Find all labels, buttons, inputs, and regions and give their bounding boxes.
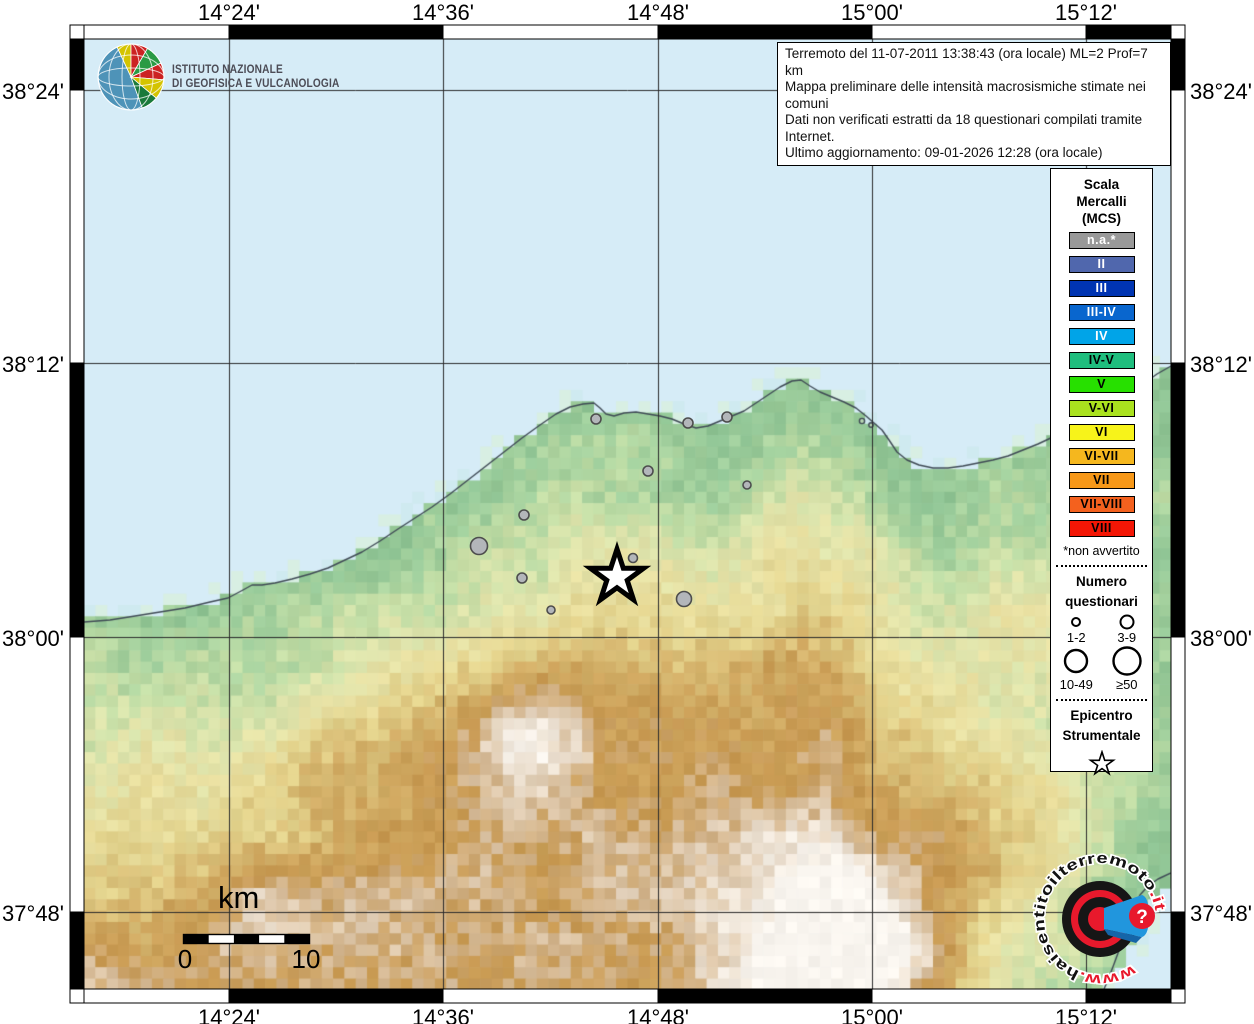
epicenter-title-line2: Strumentale [1051, 726, 1152, 746]
legend-divider-1 [1056, 565, 1147, 567]
axis-right-3: 37°48' [1190, 901, 1254, 927]
questionnaire-size-key: 1-2 3-9 10-49 ≥50 [1051, 614, 1152, 692]
scale-bar [184, 935, 310, 944]
ingv-logo-line2: DI GEOFISICA E VULCANOLOGIA [172, 77, 339, 91]
axis-bottom-4: 15°12' [1041, 1005, 1131, 1024]
legend-swatch-IVV: IV-V [1069, 352, 1135, 369]
legend-swatch-na: n.a.* [1069, 232, 1135, 249]
legend-divider-2 [1056, 699, 1147, 701]
watermark-www: www. [1076, 961, 1140, 988]
questionnaire-count-title: Numero questionari [1051, 572, 1152, 612]
questionnaire-size-label: 10-49 [1060, 677, 1093, 692]
legend-swatch-VIVII: VI-VII [1069, 448, 1135, 465]
questionnaire-size-≥50: ≥50 [1102, 645, 1153, 692]
legend-swatch-IV: IV [1069, 328, 1135, 345]
legend-swatch-VI: VI [1069, 424, 1135, 441]
axis-left-0: 38°24' [0, 79, 64, 105]
axis-right-0: 38°24' [1190, 79, 1254, 105]
axis-bottom-0: 14°24' [184, 1005, 274, 1024]
macroseismic-map-page: ?www.haisentitoilterremoto.it 14°24'14°3… [0, 0, 1254, 1024]
axis-bottom-2: 14°48' [613, 1005, 703, 1024]
axis-bottom-3: 15°00' [827, 1005, 917, 1024]
info-line-map-type: Mappa preliminare delle intensità macros… [785, 79, 1163, 112]
observation-point [629, 554, 638, 563]
axis-top-4: 15°12' [1041, 0, 1131, 26]
observation-point [677, 592, 692, 607]
questionnaire-size-3-9: 3-9 [1102, 614, 1153, 645]
axis-right-1: 38°12' [1190, 352, 1254, 378]
axis-top-2: 14°48' [613, 0, 703, 26]
scale-unit-label: km [218, 880, 259, 916]
question-mark: ? [1136, 907, 1148, 928]
epicenter-star-key-icon [1086, 750, 1118, 778]
observation-point [722, 412, 732, 422]
questionnaire-title-line2: questionari [1051, 592, 1152, 612]
questionnaire-circle-icon [1056, 645, 1096, 677]
legend-swatch-V: V [1069, 376, 1135, 393]
axis-left-1: 38°12' [0, 352, 64, 378]
info-line-updated: Ultimo aggiornamento: 09-01-2026 12:28 (… [785, 145, 1163, 162]
legend-title-line2: Mercalli [1051, 193, 1152, 210]
questionnaire-circle-icon [1107, 614, 1147, 630]
questionnaire-size-label: 1-2 [1067, 630, 1086, 645]
questionnaire-size-10-49: 10-49 [1051, 645, 1102, 692]
watermark-haisentitoilterremoto-logo: ?www.haisentitoilterremoto.it [1031, 850, 1169, 989]
questionnaire-size-1-2: 1-2 [1051, 614, 1102, 645]
legend-swatch-III: III [1069, 280, 1135, 297]
legend-swatch-II: II [1069, 256, 1135, 273]
axis-top-1: 14°36' [398, 0, 488, 26]
ingv-logo-line1: ISTITUTO NAZIONALE [172, 63, 339, 77]
axis-top-3: 15°00' [827, 0, 917, 26]
scale-start-label: 0 [170, 944, 200, 975]
observation-point [471, 538, 488, 555]
observation-point [683, 418, 693, 428]
questionnaire-size-label: ≥50 [1116, 677, 1138, 692]
legend-title-line3: (MCS) [1051, 210, 1152, 227]
info-line-event: Terremoto del 11-07-2011 13:38:43 (ora l… [785, 46, 1163, 79]
legend-panel: Scala Mercalli (MCS) n.a.*IIIIIIII-IVIVI… [1050, 168, 1153, 772]
ingv-logo: ISTITUTO NAZIONALE DI GEOFISICA E VULCAN… [96, 42, 362, 112]
epicenter-title-line1: Epicentro [1051, 706, 1152, 726]
observation-point [547, 606, 555, 614]
ingv-logo-text: ISTITUTO NAZIONALE DI GEOFISICA E VULCAN… [172, 63, 339, 91]
epicenter-section-title: Epicentro Strumentale [1051, 706, 1152, 746]
axis-left-2: 38°00' [0, 626, 64, 652]
scale-end-label: 10 [288, 944, 324, 975]
legend-title: Scala Mercalli (MCS) [1051, 169, 1152, 227]
questionnaire-title-line1: Numero [1051, 572, 1152, 592]
earthquake-info-box: Terremoto del 11-07-2011 13:38:43 (ora l… [777, 42, 1171, 166]
questionnaire-circle-icon [1056, 614, 1096, 630]
legend-swatch-VVI: V-VI [1069, 400, 1135, 417]
questionnaire-size-label: 3-9 [1117, 630, 1136, 645]
axis-top-0: 14°24' [184, 0, 274, 26]
legend-swatch-VII: VII [1069, 472, 1135, 489]
legend-title-line1: Scala [1051, 176, 1152, 193]
legend-footnote: *non avvertito [1051, 544, 1152, 558]
legend-swatch-VIIVIII: VII-VIII [1069, 496, 1135, 513]
observation-point [519, 510, 529, 520]
observation-point [743, 481, 751, 489]
legend-swatch-IIIIV: III-IV [1069, 304, 1135, 321]
map-frame-border [70, 25, 1185, 1003]
questionnaire-circle-icon [1107, 645, 1147, 677]
axis-bottom-1: 14°36' [398, 1005, 488, 1024]
axis-right-2: 38°00' [1190, 626, 1254, 652]
observation-point [517, 573, 527, 583]
ingv-globe-icon [96, 42, 166, 112]
axis-left-3: 37°48' [0, 901, 64, 927]
observation-point [643, 466, 653, 476]
observation-point [591, 414, 601, 424]
legend-swatch-VIII: VIII [1069, 520, 1135, 537]
mercalli-scale-swatches: n.a.*IIIIIIII-IVIVIV-VVV-VIVIVI-VIIVIIVI… [1051, 232, 1152, 537]
info-line-data-source: Dati non verificati estratti da 18 quest… [785, 112, 1163, 145]
